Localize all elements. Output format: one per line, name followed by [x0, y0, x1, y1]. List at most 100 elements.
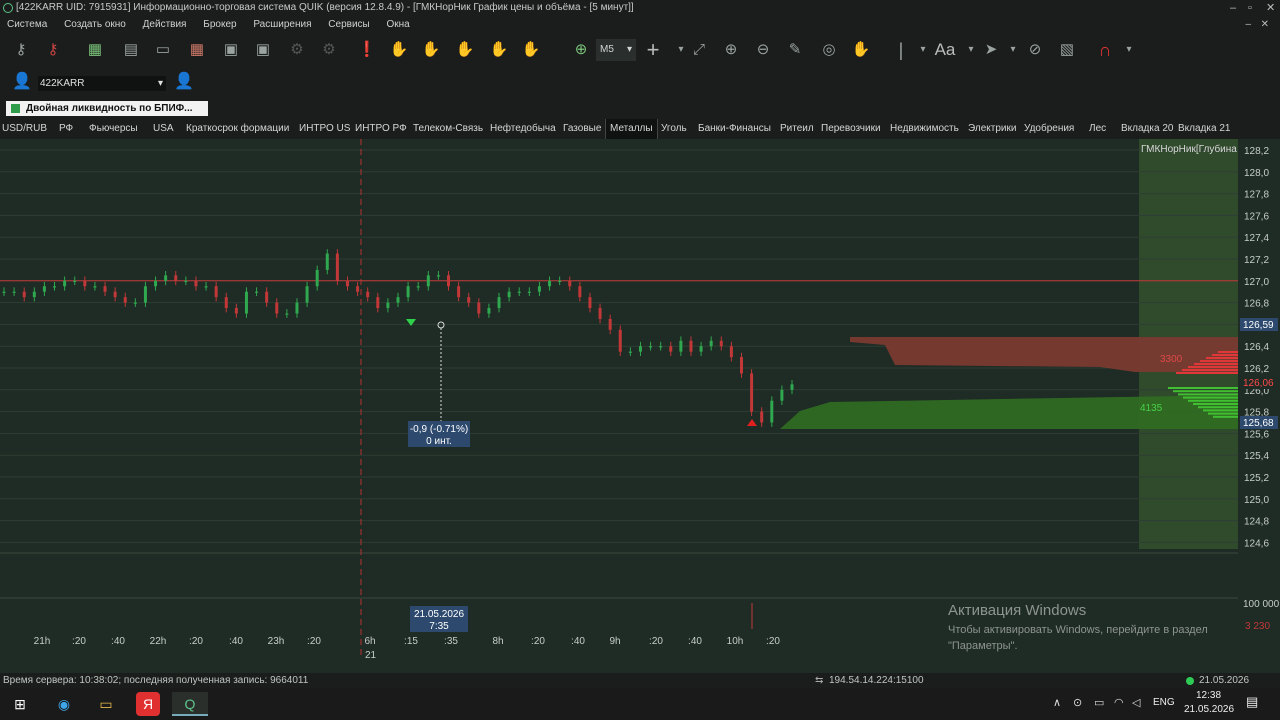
tab-short-formations[interactable]: Краткосрок формации [186, 119, 289, 139]
tab-21[interactable]: Вкладка 21 [1178, 119, 1230, 139]
tab-oil[interactable]: Нефтедобыча [490, 119, 556, 139]
wifi-icon[interactable]: ◠ [1114, 696, 1124, 709]
title-bar: [422KARR UID: 7915931] Информационно-тор… [0, 0, 1280, 16]
user-disconnect-icon[interactable]: 👤 [12, 71, 34, 93]
menu-extensions[interactable]: Расширения [253, 19, 311, 30]
ask-depth-bar [1200, 360, 1238, 362]
tray-expand-icon[interactable]: ∧ [1053, 696, 1061, 709]
connection-icon: ⇆ [815, 675, 824, 686]
window-title: [422KARR UID: 7915931] Информационно-тор… [16, 2, 634, 13]
windows-activation-watermark: Активация Windows Чтобы активировать Win… [948, 601, 1248, 654]
orders-icon[interactable]: ▦ [184, 37, 210, 63]
menu-bar: Система Создать окно Действия Брокер Рас… [0, 16, 1280, 33]
tab-fertilizer[interactable]: Удобрения [1024, 119, 1074, 139]
candle-body [386, 302, 390, 309]
y-tick-label: 126,4 [1244, 342, 1269, 353]
tab-realty[interactable]: Недвижимость [890, 119, 959, 139]
notice-icon [11, 104, 20, 113]
tab-intro-rf[interactable]: ИНТРО РФ [355, 119, 407, 139]
price-chart-area[interactable]: -0,9 (-0.71%) 0 инт. ГМКНорНик[Глубина 3… [0, 139, 1280, 673]
start-icon[interactable]: ⊞ [8, 692, 32, 716]
candle-body [214, 286, 218, 298]
x-tick-label: :40 [111, 636, 125, 647]
add-indicator-icon[interactable]: ⊕ [568, 37, 594, 63]
language-indicator[interactable]: ENG [1153, 697, 1175, 708]
maximize-icon[interactable]: ▫ [1248, 0, 1252, 16]
notifications-icon[interactable]: ▤ [1246, 694, 1258, 710]
activation-title: Активация Windows [948, 602, 1087, 619]
candle-body [396, 297, 400, 303]
user-settings-icon[interactable]: 👤 [174, 71, 196, 93]
quik-taskbar-icon[interactable]: Q [172, 692, 208, 716]
tab-20[interactable]: Вкладка 20 [1121, 119, 1173, 139]
clock-time[interactable]: 12:38 [1196, 690, 1221, 701]
candle-body [335, 253, 339, 281]
volume-max-label: 100 000 [1243, 599, 1280, 610]
tab-gas[interactable]: Газовые [563, 119, 601, 139]
x-tick-label: :20 [766, 636, 780, 647]
tab-intro-us[interactable]: ИНТРО US [299, 119, 350, 139]
tab-banks[interactable]: Банки-Финансы [698, 119, 771, 139]
volume-icon[interactable]: ◁ [1132, 696, 1140, 709]
menu-actions[interactable]: Действия [143, 19, 187, 30]
menu-windows[interactable]: Окна [387, 19, 410, 30]
magnet-icon[interactable]: ∩ [1092, 37, 1118, 63]
account-select[interactable]: 422KARR ▾ [38, 76, 166, 91]
alert-icon[interactable]: ❗ [354, 37, 380, 63]
tab-rf[interactable]: РФ [59, 119, 73, 139]
price-chart[interactable]: -0,9 (-0.71%) 0 инт. ГМКНорНик[Глубина 3… [0, 139, 1280, 673]
candle-body [669, 346, 673, 352]
menu-services[interactable]: Сервисы [328, 19, 369, 30]
settings-table-icon[interactable]: ▣ [250, 37, 276, 63]
explorer-icon[interactable]: ▭ [94, 692, 118, 716]
ruler-icon[interactable]: ✎ [782, 37, 808, 63]
new-table-icon[interactable]: ▦ [82, 37, 108, 63]
tab-transport[interactable]: Перевозчики [821, 119, 881, 139]
tab-coal[interactable]: Уголь [661, 119, 687, 139]
hide-icon[interactable]: ⊘ [1022, 37, 1048, 63]
zoom-out-icon[interactable]: ⊖ [750, 37, 776, 63]
connect-icon[interactable]: ⚷ [8, 37, 34, 63]
chart-icon[interactable]: ▤ [118, 37, 144, 63]
tab-metals[interactable]: Металлы [605, 119, 658, 139]
child-close-icon[interactable]: ✕ [1261, 16, 1269, 33]
battery-icon[interactable]: ▭ [1094, 696, 1104, 709]
tab-futures[interactable]: Фьючерсы [89, 119, 138, 139]
tab-retail[interactable]: Ритеил [780, 119, 814, 139]
tab-forest[interactable]: Лес [1089, 119, 1106, 139]
menu-system[interactable]: Система [7, 19, 47, 30]
candle-body [376, 297, 380, 309]
notice-bar[interactable]: Двойная ликвидность по БПИФ... [6, 101, 208, 116]
zoom-in-icon[interactable]: ⊕ [718, 37, 744, 63]
portfolio-icon[interactable]: ▣ [218, 37, 244, 63]
candle-body [649, 346, 653, 348]
stop-order-icon[interactable]: ✋ [386, 37, 412, 63]
yandex-icon[interactable]: Я [136, 692, 160, 716]
fit-screen-icon[interactable]: ⤢ [686, 37, 712, 63]
child-minimize-icon[interactable]: – [1245, 16, 1251, 33]
clock-date[interactable]: 21.05.2026 [1184, 704, 1234, 715]
candle-body [659, 346, 663, 348]
grid-tool-icon[interactable]: ▧ [1054, 37, 1080, 63]
sell-signal-icon [747, 419, 757, 426]
tab-electric[interactable]: Электрики [968, 119, 1016, 139]
edge-icon[interactable]: ◉ [52, 692, 76, 716]
target-icon[interactable]: ◎ [816, 37, 842, 63]
tab-usd-rub[interactable]: USD/RUB [2, 119, 47, 139]
tab-usa[interactable]: USA [153, 119, 174, 139]
magnet-dropdown-icon[interactable]: ▾ [1116, 37, 1142, 63]
disconnect-icon[interactable]: ⚷ [40, 37, 66, 63]
activation-line2: "Параметры". [948, 640, 1018, 652]
window-icon[interactable]: ▭ [150, 37, 176, 63]
pan-hand-icon[interactable]: ✋ [848, 37, 874, 63]
menu-broker[interactable]: Брокер [203, 19, 236, 30]
candle-body [285, 313, 289, 315]
text-tool-icon[interactable]: Aa [930, 37, 960, 63]
minimize-icon[interactable]: – [1230, 0, 1236, 16]
close-icon[interactable]: ✕ [1266, 0, 1275, 16]
crosshair-icon[interactable]: + [640, 37, 666, 63]
tab-telecom[interactable]: Телеком-Связь [413, 119, 483, 139]
interval-select[interactable]: M5 ▾ [596, 39, 636, 61]
menu-new-window[interactable]: Создать окно [64, 19, 126, 30]
tray-app-icon[interactable]: ⊙ [1073, 696, 1082, 709]
